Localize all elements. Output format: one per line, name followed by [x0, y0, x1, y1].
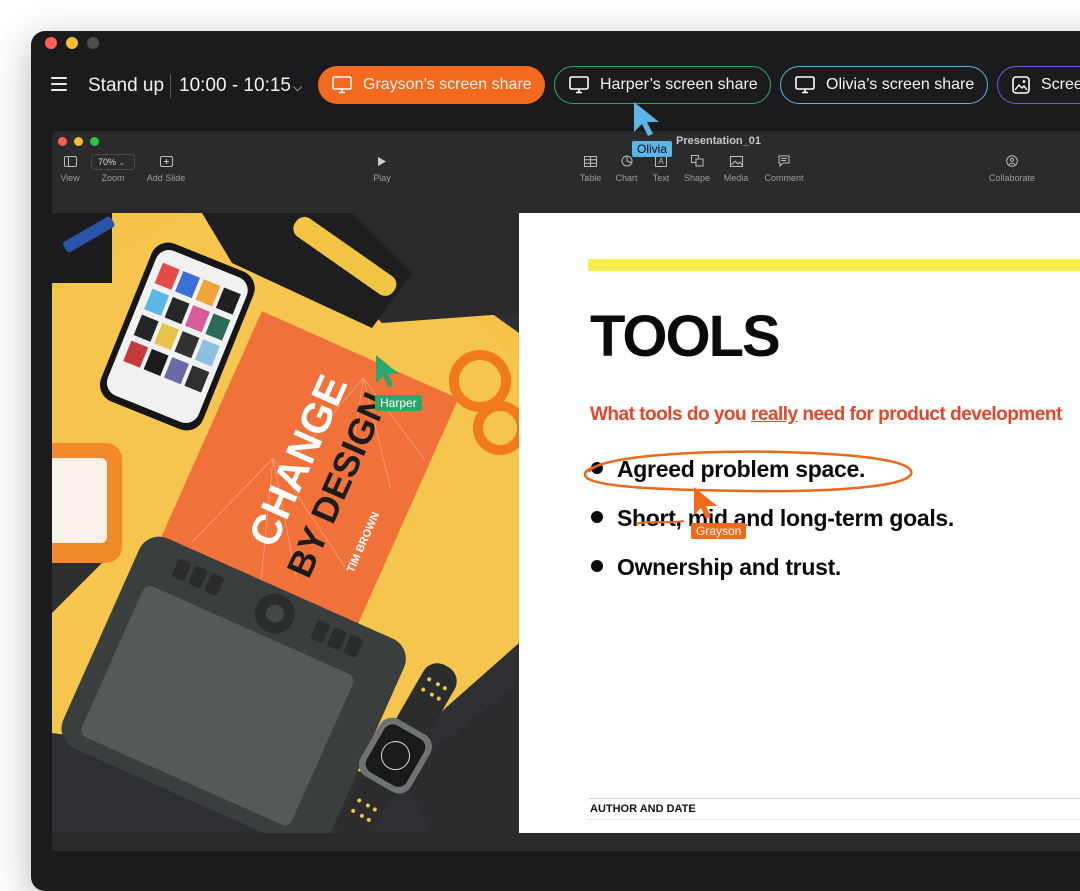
footer-divider: [588, 798, 1080, 799]
toolbar-shape[interactable]: Shape: [680, 153, 714, 183]
slide-subtitle[interactable]: What tools do you really need for produc…: [590, 404, 1062, 426]
slide-canvas[interactable]: TOOLS What tools do you really need for …: [519, 213, 1080, 833]
toolbar-add-slide-label: Add Slide: [146, 173, 186, 183]
chevron-down-icon: ⌄: [118, 158, 126, 167]
grayson-cursor-label: Grayson: [691, 523, 747, 539]
bullet-item[interactable]: Ownership and trust.: [591, 554, 841, 581]
menu-icon[interactable]: [51, 77, 67, 93]
share-pill-harper[interactable]: Harper’s screen share: [554, 66, 771, 104]
media-icon: [729, 155, 743, 167]
toolbar-text-label: Text: [652, 173, 670, 183]
toolbar-shape-label: Shape: [683, 173, 711, 183]
toolbar-comment[interactable]: Comment: [761, 153, 807, 183]
bullet-dot: [591, 510, 603, 523]
footer-divider: [588, 819, 1080, 820]
table-icon: [584, 155, 597, 167]
toolbar-zoom: Zoom: [97, 171, 129, 183]
comment-icon: [778, 155, 790, 167]
photo-illustration: CHANGE BY DESIGN TIM BROWN: [52, 213, 519, 833]
toolbar-add-slide[interactable]: Add Slide: [144, 153, 188, 183]
shape-icon: [690, 155, 703, 167]
grayson-cursor-icon: [694, 487, 717, 519]
toolbar-play[interactable]: Play: [370, 153, 394, 183]
image-icon: [1012, 76, 1030, 94]
share-pill-olivia[interactable]: Olivia’s screen share: [780, 66, 988, 104]
toolbar-play-label: Play: [373, 173, 391, 183]
share-pill-label: Grayson’s screen share: [363, 76, 532, 93]
toolbar-chart-label: Chart: [615, 173, 638, 183]
monitor-icon: [795, 76, 815, 94]
slide-footer[interactable]: AUTHOR AND DATE: [590, 803, 696, 815]
shared-screen-window: Presentation_01 View 70% ⌄ Zoom Add Slid…: [52, 131, 1080, 851]
harper-cursor-icon: [376, 355, 399, 387]
monitor-icon: [569, 76, 589, 94]
maximize-window-button[interactable]: [87, 37, 99, 49]
toolbar-collaborate-label: Collaborate: [988, 173, 1036, 183]
share-pill-label: Harper’s screen share: [600, 76, 758, 93]
shared-close-button: [58, 137, 67, 146]
toolbar-text[interactable]: A Text: [650, 153, 672, 183]
slide-title[interactable]: TOOLS: [590, 303, 781, 370]
svg-text:A: A: [658, 157, 664, 166]
slide-accent-bar: [588, 259, 1080, 271]
meeting-time[interactable]: 10:00 - 10:15: [179, 75, 291, 97]
toolbar-chart[interactable]: Chart: [613, 153, 640, 183]
close-window-button[interactable]: [45, 37, 57, 49]
annotation-strikethrough: [635, 520, 685, 525]
header-divider: [170, 74, 171, 98]
bullet-text: Ownership and trust.: [617, 554, 842, 580]
toolbar-media-label: Media: [723, 173, 749, 183]
minimize-window-button[interactable]: [66, 37, 78, 49]
collaborate-icon: [1006, 155, 1018, 167]
olivia-cursor-icon: [634, 102, 659, 136]
toolbar-zoom-label: Zoom: [101, 173, 125, 183]
chart-icon: [621, 155, 632, 167]
add-slide-icon: [159, 155, 173, 167]
play-icon: [378, 156, 386, 166]
zoom-value: 70%: [98, 157, 117, 167]
monitor-icon: [332, 76, 352, 94]
meeting-title: Stand up: [88, 75, 165, 96]
share-pill-screen[interactable]: Scree: [997, 66, 1080, 104]
toolbar-table[interactable]: Table: [577, 153, 604, 183]
toolbar-media[interactable]: Media: [720, 153, 752, 183]
annotation-ellipse: [583, 450, 913, 493]
shared-minimize-button: [74, 137, 83, 146]
slide-photo: CHANGE BY DESIGN TIM BROWN: [52, 213, 519, 833]
toolbar-view[interactable]: View: [58, 153, 82, 183]
toolbar-collaborate[interactable]: Collaborate: [984, 153, 1040, 183]
document-title: Presentation_01: [676, 135, 761, 147]
olivia-cursor-label: Olivia: [632, 141, 673, 157]
sidebar-icon: [63, 155, 77, 167]
zoom-select[interactable]: 70% ⌄: [91, 154, 135, 170]
toolbar-view-label: View: [60, 173, 80, 183]
share-pill-label: Scree: [1041, 76, 1080, 93]
toolbar-table-label: Table: [579, 173, 602, 183]
chevron-down-icon[interactable]: ⌵: [293, 80, 302, 95]
bullet-dot: [591, 559, 603, 572]
subtitle-text: need for product development: [797, 404, 1062, 425]
toolbar-comment-label: Comment: [764, 173, 804, 183]
subtitle-emphasis: really: [750, 404, 798, 425]
share-pill-label: Olivia’s screen share: [826, 76, 975, 93]
subtitle-text: What tools do you: [590, 404, 751, 425]
shared-maximize-button: [90, 137, 99, 146]
harper-cursor-label: Harper: [375, 395, 422, 411]
share-pill-grayson[interactable]: Grayson’s screen share: [318, 66, 545, 104]
